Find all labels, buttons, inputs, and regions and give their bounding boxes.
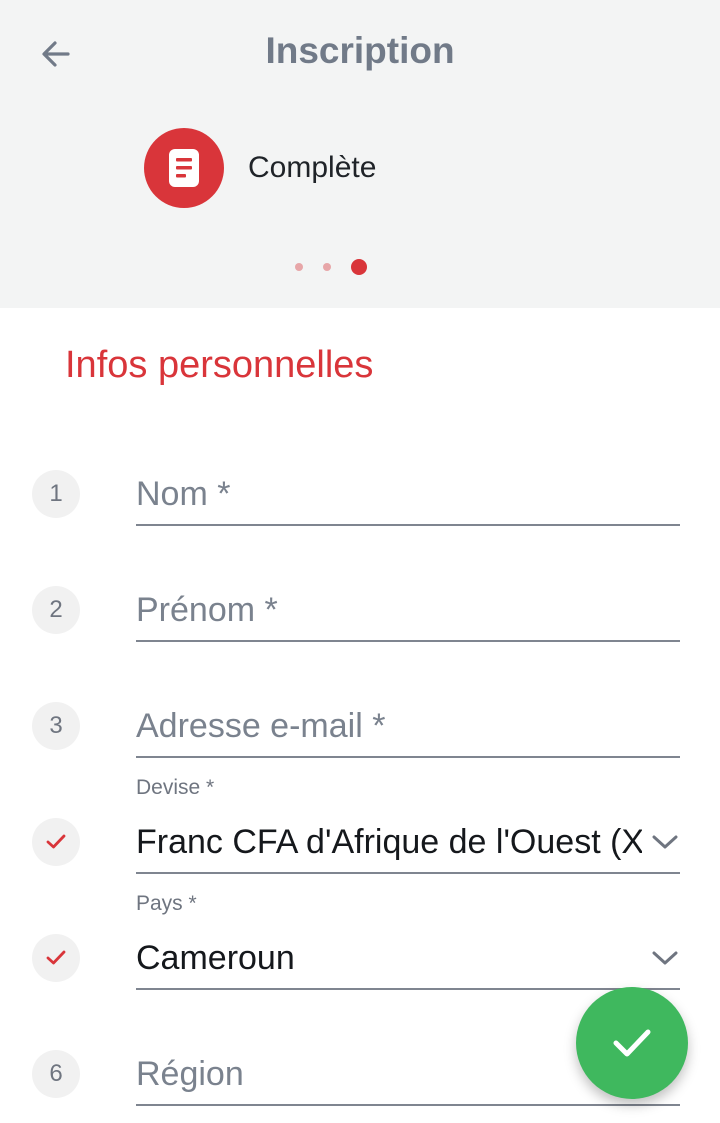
prenom-field[interactable]: Prénom * [136,590,680,642]
field-number-badge: 2 [32,586,80,634]
step-icon-circle [144,128,224,208]
devise-select[interactable]: Franc CFA d'Afrique de l'Ouest (X [136,822,680,874]
page-title: Inscription [265,30,455,71]
field-number-badge: 6 [32,1050,80,1098]
pays-select[interactable]: Cameroun [136,938,680,990]
devise-label: Devise * [136,776,215,799]
chevron-down-icon [652,951,678,965]
step-dot [295,263,303,271]
step-dot-active [351,259,367,275]
check-icon [613,1029,651,1057]
header: Inscription Complète [0,0,720,308]
prenom-placeholder: Prénom * [136,591,278,629]
check-icon [46,950,66,965]
field-check-badge [32,934,80,982]
chevron-down-icon [652,835,678,849]
step-dot [323,263,331,271]
submit-fab-button[interactable] [576,987,688,1099]
nom-placeholder: Nom * [136,475,231,513]
registration-screen: Inscription Complète Infos personnelles … [0,0,720,1123]
nom-field[interactable]: Nom * [136,474,680,526]
pays-label: Pays * [136,892,197,915]
email-field[interactable]: Adresse e-mail * [136,706,680,758]
devise-value: Franc CFA d'Afrique de l'Ouest (X [136,823,642,861]
step-label: Complète [248,151,377,184]
field-check-badge [32,818,80,866]
field-number-badge: 3 [32,702,80,750]
current-step: Complète [144,128,376,208]
document-icon [169,149,199,187]
section-title: Infos personnelles [65,344,374,386]
check-icon [46,834,66,849]
step-indicator [0,259,720,275]
field-number-badge: 1 [32,470,80,518]
email-placeholder: Adresse e-mail * [136,707,386,745]
pays-value: Cameroun [136,939,295,977]
